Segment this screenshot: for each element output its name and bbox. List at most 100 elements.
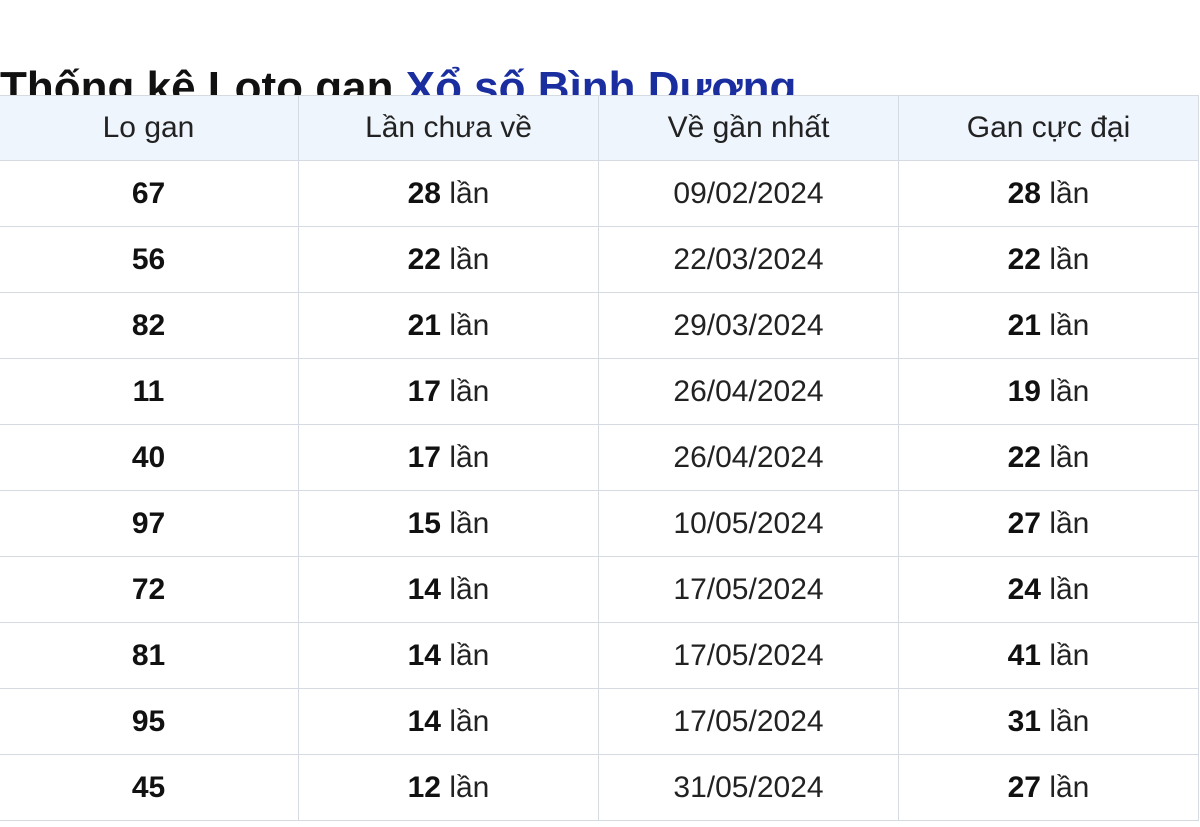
table-row: 72 14 lần 17/05/2024 24 lần	[0, 556, 1199, 623]
cell-ve-gan-nhat: 31/05/2024	[598, 754, 899, 821]
unit-label: lần	[449, 374, 490, 408]
table-header-row: Lo gan Lần chưa về Về gần nhất Gan cực đ…	[0, 95, 1199, 161]
cell-lo-gan: 45	[0, 754, 299, 821]
unit-label: lần	[449, 176, 490, 210]
table-row: 82 21 lần 29/03/2024 21 lần	[0, 292, 1199, 359]
cell-ve-gan-nhat: 29/03/2024	[598, 292, 899, 359]
cell-lan-chua-ve: 14 lần	[298, 688, 599, 755]
lo-number: 72	[131, 572, 166, 606]
cell-lo-gan: 11	[0, 358, 299, 425]
unit-label: lần	[1049, 506, 1090, 540]
unit-label: lần	[449, 638, 490, 672]
unit-label: lần	[449, 242, 490, 276]
cell-gan-cuc-dai: 22 lần	[898, 424, 1199, 491]
loto-gan-table: Lo gan Lần chưa về Về gần nhất Gan cực đ…	[0, 95, 1199, 821]
unit-label: lần	[1049, 770, 1090, 804]
chua-ve-count: 15	[407, 506, 441, 540]
cell-ve-gan-nhat: 26/04/2024	[598, 424, 899, 491]
cell-lo-gan: 67	[0, 160, 299, 227]
cell-lo-gan: 82	[0, 292, 299, 359]
unit-label: lần	[1049, 638, 1090, 672]
cell-gan-cuc-dai: 27 lần	[898, 490, 1199, 557]
cell-lan-chua-ve: 17 lần	[298, 358, 599, 425]
cell-lo-gan: 72	[0, 556, 299, 623]
unit-label: lần	[449, 704, 490, 738]
cuc-dai-count: 22	[1007, 440, 1041, 474]
unit-label: lần	[449, 572, 490, 606]
lo-number: 11	[132, 374, 165, 408]
unit-label: lần	[449, 308, 490, 342]
cell-gan-cuc-dai: 27 lần	[898, 754, 1199, 821]
lo-number: 97	[131, 506, 166, 540]
cell-lan-chua-ve: 12 lần	[298, 754, 599, 821]
cell-ve-gan-nhat: 17/05/2024	[598, 688, 899, 755]
lo-number: 56	[131, 242, 166, 276]
header-lo-gan: Lo gan	[0, 95, 299, 161]
table-row: 45 12 lần 31/05/2024 27 lần	[0, 754, 1199, 821]
cuc-dai-count: 31	[1007, 704, 1041, 738]
cell-lo-gan: 56	[0, 226, 299, 293]
cuc-dai-count: 21	[1007, 308, 1041, 342]
chua-ve-count: 12	[407, 770, 441, 804]
cell-ve-gan-nhat: 09/02/2024	[598, 160, 899, 227]
header-gan-cuc-dai: Gan cực đại	[898, 95, 1199, 161]
chua-ve-count: 21	[407, 308, 441, 342]
header-ve-gan-nhat: Về gần nhất	[598, 95, 899, 161]
cell-lan-chua-ve: 14 lần	[298, 622, 599, 689]
chua-ve-count: 28	[407, 176, 441, 210]
unit-label: lần	[1049, 176, 1090, 210]
table-row: 95 14 lần 17/05/2024 31 lần	[0, 688, 1199, 755]
lo-number: 45	[131, 770, 166, 804]
chua-ve-count: 22	[407, 242, 441, 276]
cell-lan-chua-ve: 14 lần	[298, 556, 599, 623]
cell-ve-gan-nhat: 17/05/2024	[598, 556, 899, 623]
unit-label: lần	[449, 770, 490, 804]
header-lan-chua-ve: Lần chưa về	[298, 95, 599, 161]
cell-gan-cuc-dai: 41 lần	[898, 622, 1199, 689]
lo-number: 67	[131, 176, 166, 210]
unit-label: lần	[1049, 440, 1090, 474]
cuc-dai-count: 28	[1007, 176, 1041, 210]
table-row: 11 17 lần 26/04/2024 19 lần	[0, 358, 1199, 425]
unit-label: lần	[1049, 308, 1090, 342]
cell-gan-cuc-dai: 19 lần	[898, 358, 1199, 425]
cell-gan-cuc-dai: 28 lần	[898, 160, 1199, 227]
unit-label: lần	[1049, 242, 1090, 276]
unit-label: lần	[1049, 704, 1090, 738]
table-row: 67 28 lần 09/02/2024 28 lần	[0, 160, 1199, 227]
cuc-dai-count: 19	[1007, 374, 1041, 408]
table-row: 97 15 lần 10/05/2024 27 lần	[0, 490, 1199, 557]
cell-ve-gan-nhat: 26/04/2024	[598, 358, 899, 425]
cell-lan-chua-ve: 21 lần	[298, 292, 599, 359]
table-body: 67 28 lần 09/02/2024 28 lần 56 22 lần 22…	[0, 160, 1199, 821]
chua-ve-count: 14	[407, 572, 441, 606]
cell-gan-cuc-dai: 24 lần	[898, 556, 1199, 623]
cuc-dai-count: 27	[1007, 506, 1041, 540]
chua-ve-count: 17	[407, 440, 441, 474]
cell-ve-gan-nhat: 22/03/2024	[598, 226, 899, 293]
cell-ve-gan-nhat: 17/05/2024	[598, 622, 899, 689]
cell-lan-chua-ve: 15 lần	[298, 490, 599, 557]
chua-ve-count: 14	[407, 704, 441, 738]
lo-number: 95	[131, 704, 166, 738]
cell-gan-cuc-dai: 22 lần	[898, 226, 1199, 293]
cuc-dai-count: 24	[1007, 572, 1041, 606]
cell-lan-chua-ve: 28 lần	[298, 160, 599, 227]
lo-number: 82	[131, 308, 166, 342]
cell-lo-gan: 81	[0, 622, 299, 689]
unit-label: lần	[449, 440, 490, 474]
unit-label: lần	[1049, 374, 1090, 408]
cell-lan-chua-ve: 17 lần	[298, 424, 599, 491]
cell-ve-gan-nhat: 10/05/2024	[598, 490, 899, 557]
table-row: 40 17 lần 26/04/2024 22 lần	[0, 424, 1199, 491]
table-row: 81 14 lần 17/05/2024 41 lần	[0, 622, 1199, 689]
unit-label: lần	[449, 506, 490, 540]
cell-gan-cuc-dai: 21 lần	[898, 292, 1199, 359]
table-row: 56 22 lần 22/03/2024 22 lần	[0, 226, 1199, 293]
cell-lan-chua-ve: 22 lần	[298, 226, 599, 293]
cell-lo-gan: 97	[0, 490, 299, 557]
chua-ve-count: 17	[407, 374, 441, 408]
lo-number: 81	[131, 638, 166, 672]
cuc-dai-count: 22	[1007, 242, 1041, 276]
cell-lo-gan: 95	[0, 688, 299, 755]
